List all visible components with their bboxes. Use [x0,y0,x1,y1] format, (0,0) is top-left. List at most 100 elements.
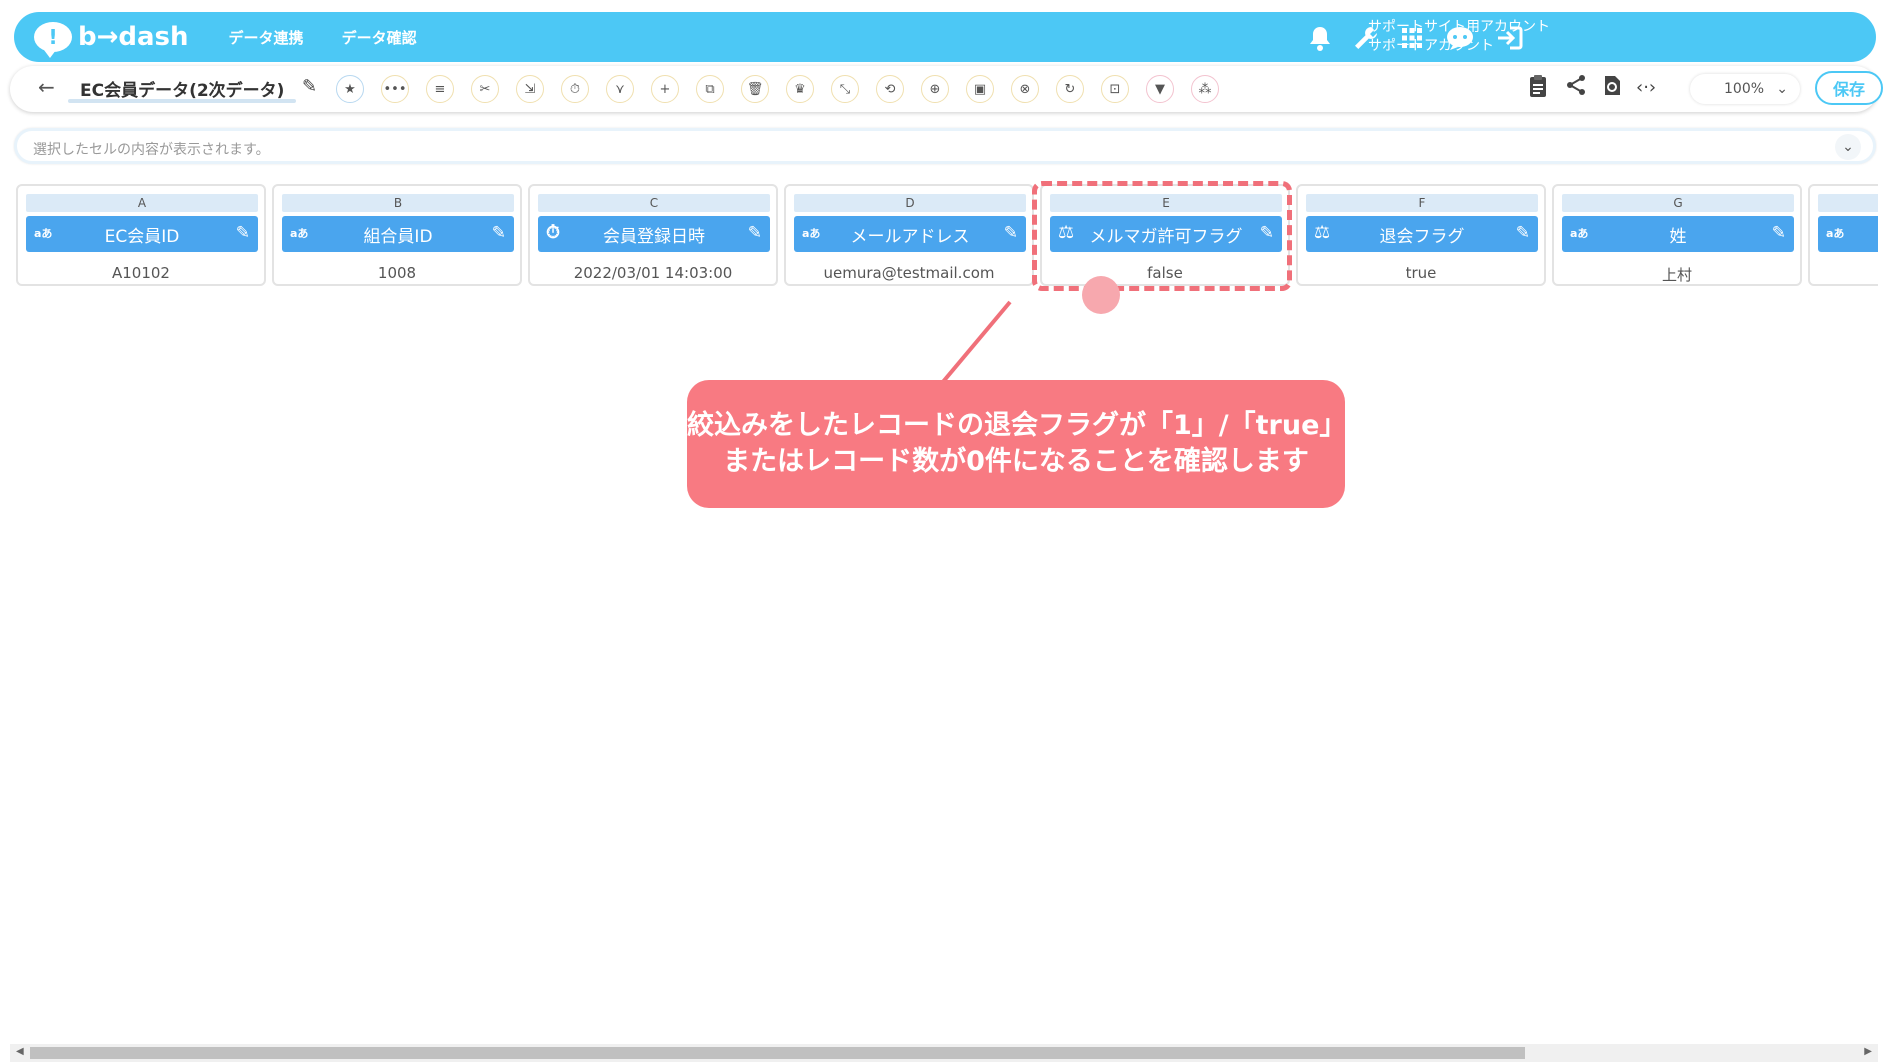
column-h-partial[interactable]: aあ [1808,184,1878,286]
logout-icon[interactable] [1494,22,1526,54]
text-type-icon: aあ [290,227,309,240]
share-icon[interactable] [1565,74,1587,102]
column-a[interactable]: A aあ EC会員ID ✎ A10102 [16,184,266,286]
logo-icon: ! [34,22,72,58]
list-icon[interactable]: ≡ [426,75,454,103]
column-header-label: 組合員ID [363,226,433,247]
column-header[interactable]: aあ 組合員ID ✎ [282,216,514,252]
clipboard-icon[interactable] [1528,74,1548,104]
column-header[interactable]: aあ [1818,216,1878,252]
callout-dot [1082,276,1120,314]
column-b[interactable]: B aあ 組合員ID ✎ 1008 [272,184,522,286]
scroll-right-icon[interactable]: ▶ [1864,1046,1872,1057]
edit-pencil-icon[interactable]: ✎ [1004,223,1018,243]
column-d[interactable]: D aあ メールアドレス ✎ uemura@testmail.com [784,184,1034,286]
column-header-label: 姓 [1669,226,1687,247]
cell-value[interactable]: A10102 [18,264,264,282]
box-icon[interactable]: ▣ [966,75,994,103]
copy-icon[interactable]: ⧉ [696,75,724,103]
table-title[interactable]: EC会員データ(2次データ) [80,76,284,101]
column-header[interactable]: ⚖ 退会フラグ ✎ [1306,216,1538,252]
filter-icon[interactable]: ▼ [1146,75,1174,103]
chat-bot-icon[interactable] [1444,22,1476,54]
expand-icon[interactable]: ⇲ [516,75,544,103]
callout-line2: またはレコード数が0件になることを確認します [723,446,1309,477]
column-header[interactable]: aあ EC会員ID ✎ [26,216,258,252]
column-header[interactable]: aあ メールアドレス ✎ [794,216,1026,252]
column-header-label: EC会員ID [104,226,180,247]
cell-value[interactable]: 上村 [1554,264,1800,285]
settings-icon[interactable]: ⁂ [1191,75,1219,103]
cell-value[interactable]: 1008 [274,264,520,282]
column-header[interactable]: aあ 姓 ✎ [1562,216,1794,252]
frame-icon[interactable]: ⊡ [1101,75,1129,103]
callout-box: 絞込みをしたレコードの退会フラグが「1」/「true」 またはレコード数が0件に… [687,380,1347,508]
column-letter: A [26,194,258,212]
more-icon[interactable]: ••• [381,75,409,103]
chevron-down-icon[interactable]: ⌄ [1835,134,1861,160]
edit-pencil-icon[interactable]: ✎ [1516,223,1530,243]
star-icon[interactable]: ★ [336,75,364,103]
zoom-select[interactable]: 100% ⌄ [1690,74,1800,104]
lock-add-icon[interactable]: ⊕ [921,75,949,103]
edit-pencil-icon[interactable]: ✎ [236,223,250,243]
edit-pencil-icon[interactable]: ✎ [1772,223,1786,243]
scissors-icon[interactable]: ✂ [471,75,499,103]
cell-content-placeholder: 選択したセルの内容が表示されます。 [33,142,270,158]
save-button[interactable]: 保存 [1815,71,1883,105]
cell-value[interactable]: true [1298,264,1544,282]
text-type-icon: aあ [1570,227,1589,240]
cell-value[interactable]: uemura@testmail.com [786,264,1032,282]
shrink-icon[interactable]: ⤡ [831,75,859,103]
horizontal-scrollbar[interactable]: ◀ ▶ [10,1044,1878,1062]
timer-icon[interactable]: ⏱ [561,75,589,103]
column-header-label: メールアドレス [850,226,970,247]
column-header[interactable]: ⏱ 会員登録日時 ✎ [538,216,770,252]
code-icon[interactable]: ‹·› [1636,77,1656,98]
column-g[interactable]: G aあ 姓 ✎ 上村 [1552,184,1802,286]
cell-value[interactable]: 2022/03/01 14:03:00 [530,264,776,282]
zoom-value: 100% [1724,81,1765,97]
chevron-down-icon: ⌄ [1776,81,1788,97]
grid-icon[interactable] [1396,22,1428,54]
scrollbar-thumb[interactable] [30,1047,1525,1059]
column-c[interactable]: C ⏱ 会員登録日時 ✎ 2022/03/01 14:03:00 [528,184,778,286]
column-letter [1818,194,1878,212]
top-header: ! b→dash データ連携 データ確認 サポートサイト用アカウント サポートア… [14,12,1876,62]
back-arrow-icon[interactable]: ← [38,75,55,99]
text-type-icon: aあ [802,227,821,240]
table-toolbar: ← EC会員データ(2次データ) ✎ ★ ••• ≡ ✂ ⇲ ⏱ ⋎ + ⧉ 🗑… [10,66,1883,112]
text-type-icon: aあ [1826,227,1845,240]
repeat-icon[interactable]: ⟲ [876,75,904,103]
bell-icon[interactable] [1304,22,1336,54]
cell-content-bar[interactable]: 選択したセルの内容が表示されます。 ⌄ [14,128,1876,164]
column-letter: B [282,194,514,212]
merge-icon[interactable]: ⋎ [606,75,634,103]
callout-connector [939,300,1012,387]
wrench-icon[interactable] [1350,22,1382,54]
flag-type-icon: ⚖ [1314,222,1331,243]
column-header-label: 会員登録日時 [603,226,705,247]
column-letter: C [538,194,770,212]
edit-pencil-icon[interactable]: ✎ [492,223,506,243]
app-window: ! b→dash データ連携 データ確認 サポートサイト用アカウント サポートア… [0,0,1890,1063]
edit-pencil-icon[interactable]: ✎ [748,223,762,243]
history-icon[interactable] [1602,74,1622,102]
column-f[interactable]: F ⚖ 退会フラグ ✎ true [1296,184,1546,286]
add-icon[interactable]: + [651,75,679,103]
nav-data-integration[interactable]: データ連携 [229,27,304,48]
callout-line1: 絞込みをしたレコードの退会フラグが「1」/「true」 [687,410,1347,441]
refresh-icon[interactable]: ↻ [1056,75,1084,103]
nav-data-check[interactable]: データ確認 [342,27,417,48]
column-letter: G [1562,194,1794,212]
crown-icon[interactable]: ♛ [786,75,814,103]
column-header-label: 退会フラグ [1379,226,1465,247]
column-letter: D [794,194,1026,212]
trash-icon[interactable]: 🗑 [741,75,769,103]
logo-text: b→dash [78,22,189,52]
datetime-type-icon: ⏱ [546,222,561,243]
cancel-icon[interactable]: ⊗ [1011,75,1039,103]
edit-title-icon[interactable]: ✎ [302,76,317,97]
logo[interactable]: ! b→dash [34,22,189,58]
scroll-left-icon[interactable]: ◀ [16,1046,24,1057]
